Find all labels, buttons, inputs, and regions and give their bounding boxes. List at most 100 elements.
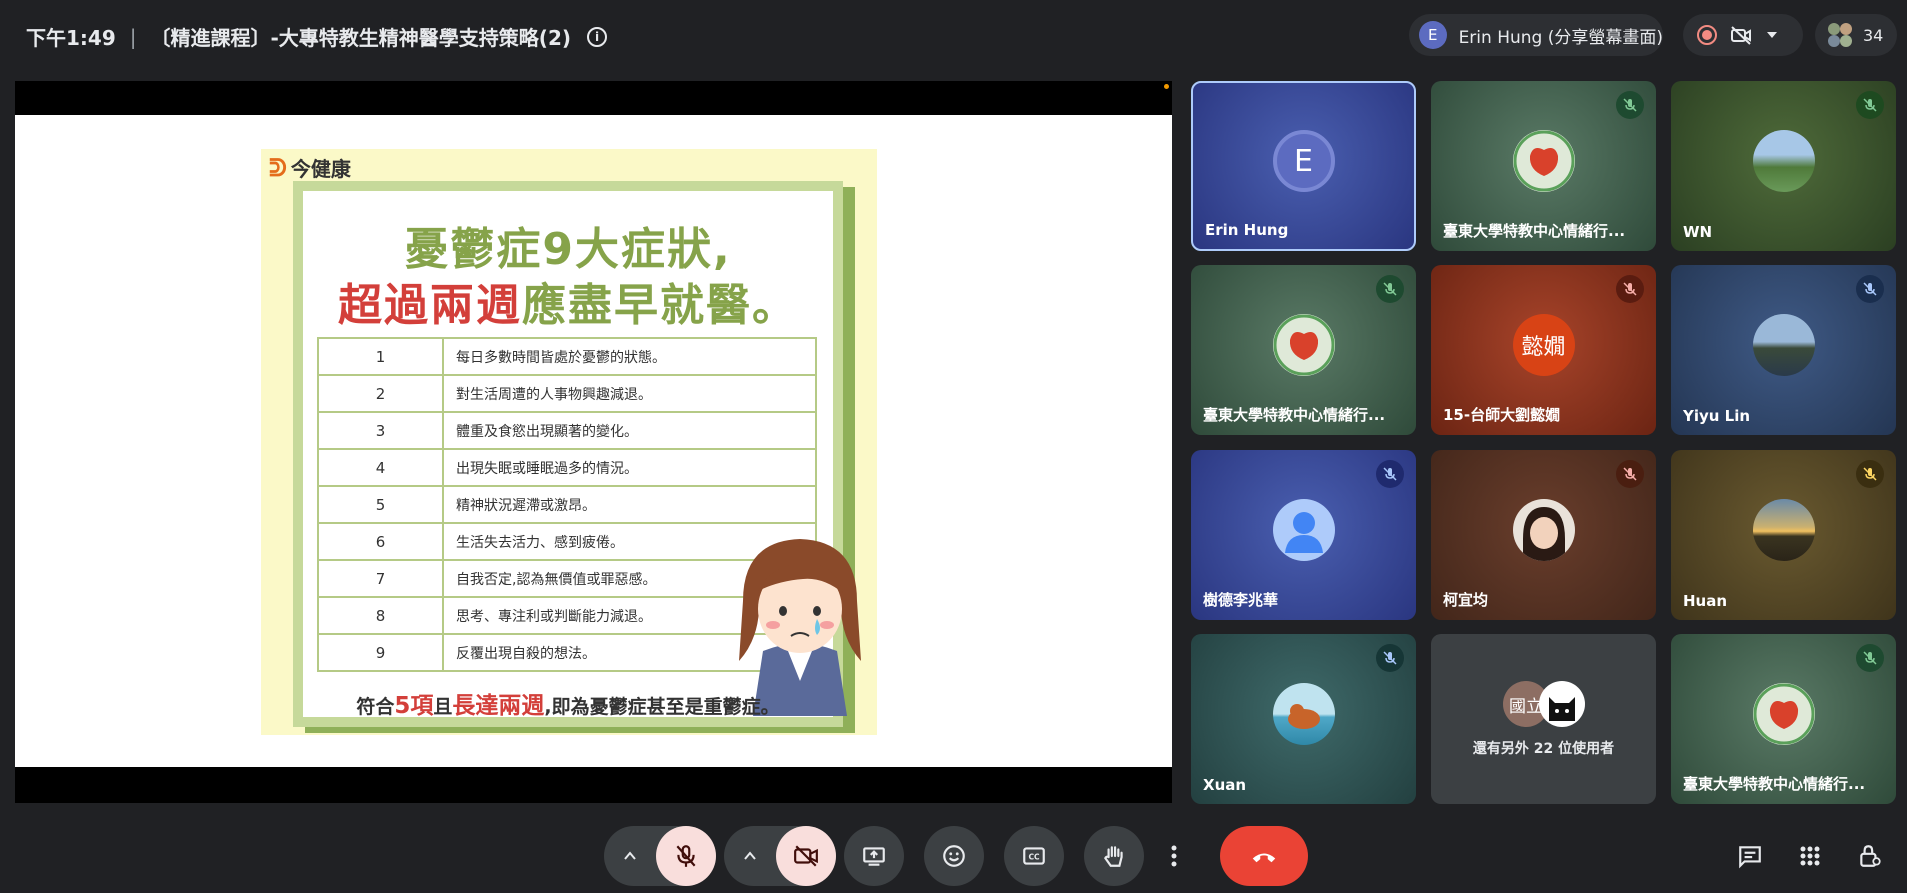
avatar [1752,683,1815,745]
participant-tile[interactable]: Huan [1671,450,1896,620]
captions-icon: CC [1023,847,1045,865]
row-text: 對生活周遭的人事物興趣減退。 [442,374,817,413]
top-bar: 下午1:49 | 〔精進課程〕-大專特教生精神醫學支持策略(2) i E Eri… [0,0,1907,72]
mic-off-icon [1376,275,1404,303]
host-controls-button[interactable] [1846,826,1894,886]
avatar: E [1272,130,1335,192]
leave-call-button[interactable] [1220,826,1308,886]
avatar [1272,683,1335,745]
avatar [1752,499,1815,561]
activities-button[interactable] [1786,826,1834,886]
row-text: 每日多數時間皆處於憂鬱的狀態。 [442,337,817,376]
headline-green: 應盡早就醫。 [522,280,798,331]
chat-button[interactable] [1726,826,1774,886]
captions-button[interactable]: CC [1004,826,1064,886]
raise-hand-icon [1104,846,1123,867]
headline-line1: 憂鬱症9大症狀, [404,224,732,275]
side-controls [1726,826,1896,886]
footer-note: 符合5項且長達兩週,即為憂鬱症甚至是重鬱症。 [303,686,833,720]
row-number: 5 [317,485,444,524]
recording-chip[interactable] [1683,14,1803,56]
participant-tile[interactable]: 臺東大學特教中心情緒行... [1191,265,1416,435]
presenter-avatar: E [1419,21,1447,49]
participant-name: Erin Hung [1205,221,1289,239]
leave-call-icon [1252,853,1276,863]
mic-toggle-button[interactable] [656,826,716,886]
row-number: 6 [317,522,444,561]
participant-tile[interactable]: 臺東大學特教中心情緒行... [1431,81,1656,251]
camera-off-icon [1731,26,1751,45]
mic-off-icon [676,845,696,867]
participant-name: WN [1683,223,1713,241]
present-screen-button[interactable] [844,826,904,886]
participant-name: 樹德李兆華 [1203,591,1279,609]
table-row: 3 體重及食慾出現顯著的變化。 [317,411,817,450]
more-options-button[interactable] [1152,826,1196,886]
footer-text: 且 [433,696,453,718]
participant-tile[interactable]: WN [1671,81,1896,251]
row-number: 7 [317,559,444,598]
footer-text: 符合 [356,696,395,718]
participant-tile[interactable]: 柯宜均 [1431,450,1656,620]
logo-text: 今健康 [290,157,351,181]
participant-tile[interactable]: 樹德李兆華 [1191,450,1416,620]
chevron-up-icon [624,851,636,860]
slide-frame: 憂鬱症9大症狀, 超過兩週應盡早就醫。 1 每日多數時間皆處於憂鬱的狀態。 2 對生… [293,181,861,727]
slide-canvas: ᕲ 今健康 憂鬱症9大症狀, 超過兩週應盡早就醫。 1 每日多數時間皆處於憂鬱的狀… [15,115,1172,767]
camera-control-group [724,826,836,886]
row-number: 8 [317,596,444,635]
svg-text:CC: CC [1028,852,1040,861]
camera-off-icon [794,845,818,867]
presentation-stage: ᕲ 今健康 憂鬱症9大症狀, 超過兩週應盡早就醫。 1 每日多數時間皆處於憂鬱的狀… [15,81,1172,803]
row-number: 4 [317,448,444,487]
mic-off-icon [1616,91,1644,119]
participant-name: Huan [1683,592,1728,610]
footer-text: ,即為憂鬱症甚至是重鬱症。 [544,696,780,718]
mic-off-icon [1616,460,1644,488]
more-participants-tile[interactable]: 國立 還有另外 22 位使用者 [1431,634,1656,804]
meeting-title: 〔精進課程〕-大專特教生精神醫學支持策略(2) [150,26,572,50]
mic-off-icon [1856,275,1884,303]
brand-logo: ᕲ 今健康 [269,153,351,182]
participant-tile[interactable]: 懿嫺 15-台師大劉懿嫺 [1431,265,1656,435]
call-controls: CC [604,826,1308,886]
table-row: 4 出現失眠或睡眠過多的情況。 [317,448,817,487]
mic-off-icon [1376,460,1404,488]
participants-chip[interactable]: 34 [1815,14,1897,56]
emoji-button[interactable] [924,826,984,886]
avatar [1752,314,1815,376]
participant-tile[interactable]: E Erin Hung [1191,81,1416,251]
slide-card: ᕲ 今健康 憂鬱症9大症狀, 超過兩週應盡早就醫。 1 每日多數時間皆處於憂鬱的狀… [261,149,877,735]
participant-count: 34 [1863,25,1884,45]
participant-name: 臺東大學特教中心情緒行... [1683,775,1866,793]
people-avatars-icon [1828,23,1852,47]
slide-content: 憂鬱症9大症狀, 超過兩週應盡早就醫。 1 每日多數時間皆處於憂鬱的狀態。 2 對生… [303,191,861,720]
raise-hand-button[interactable] [1084,826,1144,886]
participant-tile[interactable]: 臺東大學特教中心情緒行... [1671,634,1896,804]
info-icon[interactable]: i [587,26,607,47]
participant-tile[interactable]: Xuan [1191,634,1416,804]
table-row: 1 每日多數時間皆處於憂鬱的狀態。 [317,337,817,376]
mic-off-icon [1856,460,1884,488]
row-number: 2 [317,374,444,413]
camera-toggle-button[interactable] [776,826,836,886]
headline-line2: 超過兩週應盡早就醫。 [303,269,833,333]
meeting-info: 下午1:49 | 〔精進課程〕-大專特教生精神醫學支持策略(2) i [26,22,607,51]
presenter-chip[interactable]: E Erin Hung (分享螢幕畫面) [1409,14,1663,56]
participant-name: 柯宜均 [1443,591,1489,609]
participant-tile[interactable]: Yiyu Lin [1671,265,1896,435]
more-participants-label: 還有另外 22 位使用者 [1472,741,1615,757]
activity-dot [1164,84,1169,89]
separator: | [129,24,137,49]
row-text: 精神狀況遲滯或激昂。 [442,485,817,524]
avatar [1512,499,1575,561]
mic-options-button[interactable] [604,849,656,863]
avatar [1272,314,1335,376]
emoji-icon [943,845,965,867]
more-options-icon [1171,845,1177,867]
mic-off-icon [1376,644,1404,672]
mic-off-icon [1856,644,1884,672]
mic-off-icon [1856,91,1884,119]
default-user-icon [1272,499,1335,561]
camera-options-button[interactable] [724,849,776,863]
